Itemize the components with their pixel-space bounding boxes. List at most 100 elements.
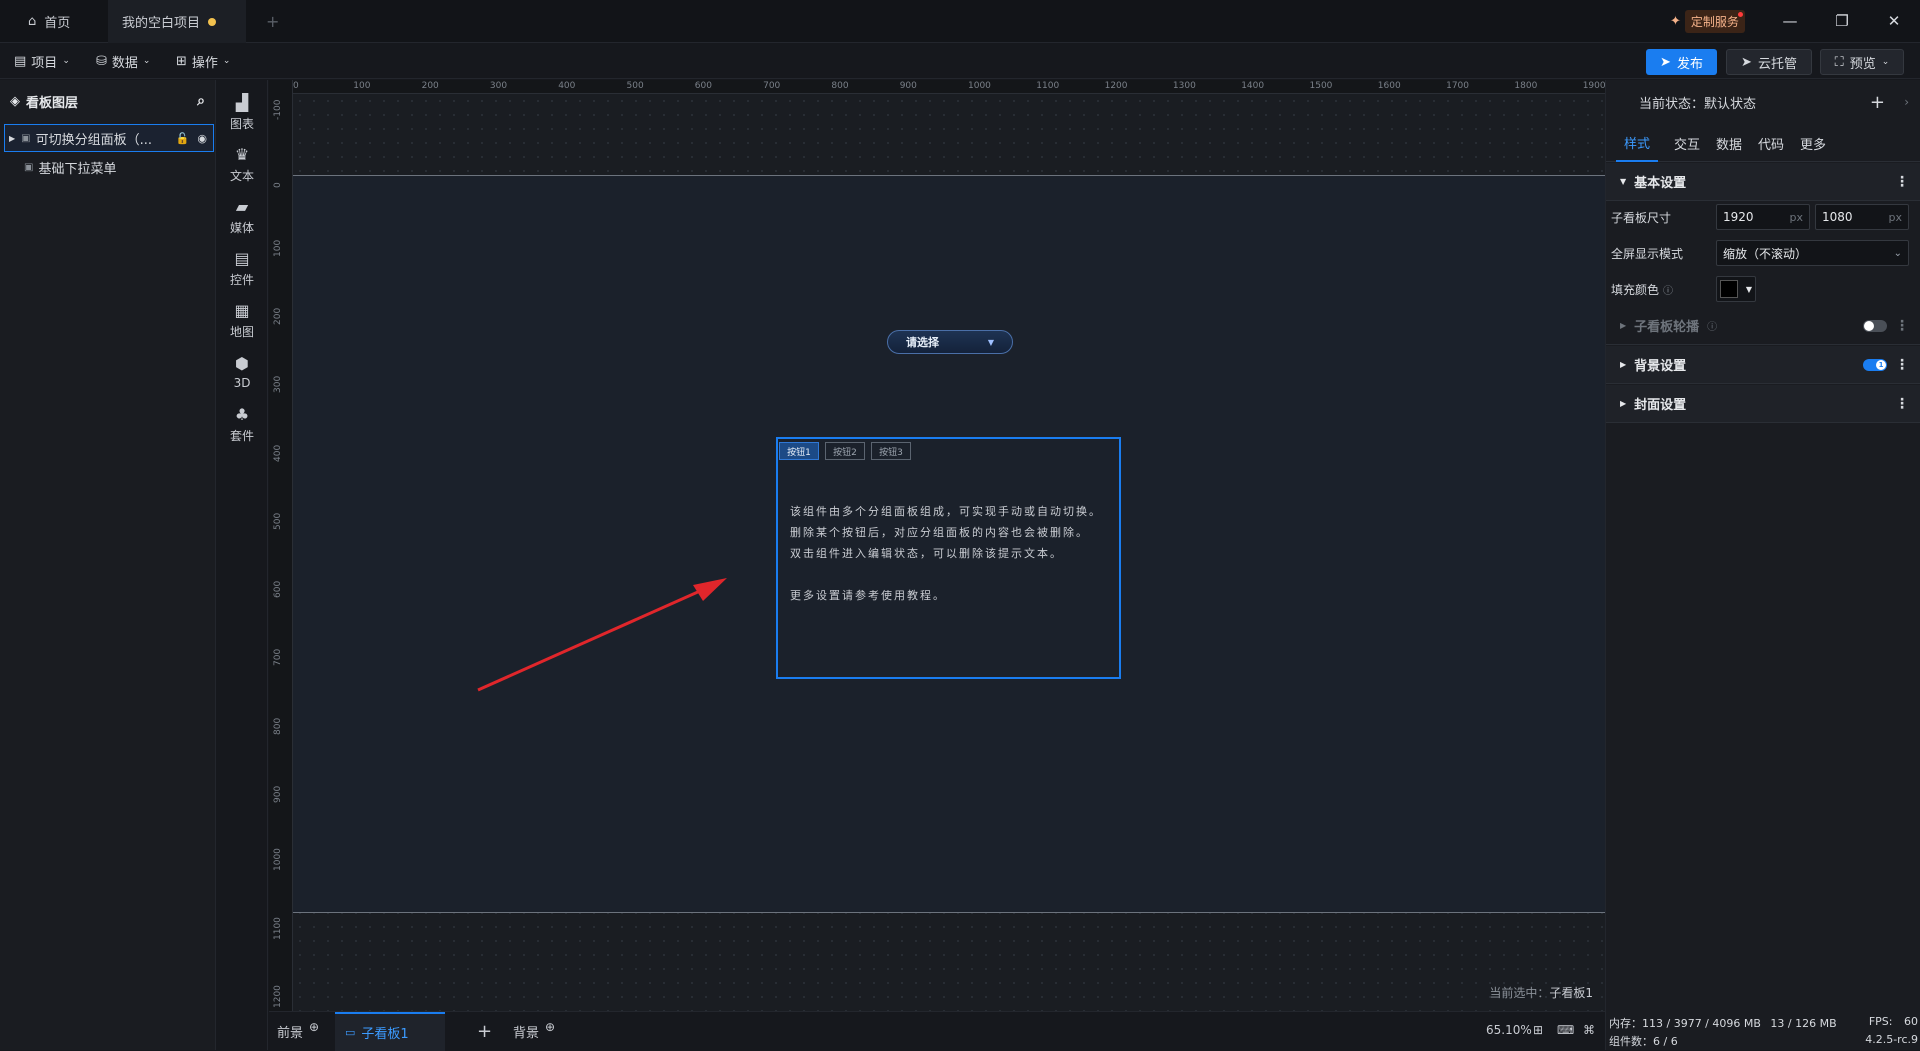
tab-project[interactable]: 我的空白项目 [108,0,246,43]
terminal-icon[interactable]: ⌘ [1583,1023,1595,1037]
more-vertical-icon[interactable]: ⋮ [1895,174,1909,190]
tab-interaction[interactable]: 交互 [1666,124,1708,162]
red-arrow-annotation [477,578,727,692]
layer-label: 基础下拉菜单 [38,161,117,177]
section-background[interactable]: ▶ 背景设置 1 ⋮ [1606,346,1920,384]
more-vertical-icon[interactable]: ⋮ [1895,357,1909,373]
eye-icon[interactable]: ◉ [197,132,207,145]
menu-label: 操作 [191,55,218,71]
lock-icon[interactable]: 🔓 [176,132,190,145]
more-vertical-icon[interactable]: ⋮ [1895,396,1909,412]
layer-item-switch-panel[interactable]: ▶ ▣ 可切换分组面板（... 🔓 ◉ [4,124,214,152]
fill-color-row: 填充颜色 ⓘ [1611,281,1673,298]
tab-style[interactable]: 样式 [1616,124,1659,162]
canvas-area[interactable]: 0 100 200 300 400 500 600 700 800 900 1000 1100 1200… [269,80,1605,1011]
component-media[interactable]: ▰ 媒体 [216,190,268,242]
tab-data[interactable]: 数据 [1708,124,1750,162]
section-cover[interactable]: ▶ 封面设置 ⋮ [1606,385,1920,423]
database-icon: ⛁ [96,53,107,69]
state-header: 当前状态： 默认状态 + › [1606,80,1920,124]
board-tabs: 前景 ⊕ ▭ 子看板1 + 背景 ⊕ 65.10% ⊞ ⌨ ⌘ [269,1011,1605,1051]
search-icon[interactable]: ⌕ [197,93,205,109]
component-label: 3D [233,376,251,390]
add-board-button[interactable]: + [477,1012,492,1051]
component-kit[interactable]: ♣ 套件 [216,398,268,450]
height-input[interactable]: 1080 px [1815,204,1909,230]
plus-icon[interactable]: + [1870,92,1885,113]
color-swatch [1720,280,1738,298]
section-basic-settings[interactable]: ▼ 基本设置 ⋮ [1606,163,1920,201]
custom-service-button[interactable]: ✦ 定制服务 [1670,9,1745,33]
carousel-toggle[interactable] [1863,319,1887,332]
menu-label: 数据 [111,55,138,71]
property-tabs: 样式 交互 数据 代码 更多 [1606,124,1920,162]
layer-item-dropdown[interactable]: ▣ 基础下拉菜单 [4,153,214,181]
fps-status: FPS: 60 [1869,1015,1918,1028]
component-label: 媒体 [229,220,254,235]
tab-background[interactable]: 背景 ⊕ [513,1012,555,1051]
chart-icon: ▟ [235,92,249,112]
more-vertical-icon[interactable]: ⋮ [1895,318,1909,334]
tab-foreground[interactable]: 前景 ⊕ [277,1012,319,1051]
cube-icon: ⬢ [235,354,249,373]
menu-data[interactable]: ⛁ 数据 ⌄ [96,43,150,79]
current-selection: 当前选中：子看板1 [1489,984,1593,1001]
file-icon: ▤ [14,53,27,69]
help-icon[interactable]: ⓘ [1707,318,1717,333]
tab-home[interactable]: ⌂ 首页 [14,0,84,43]
tab-label: 我的空白项目 [122,16,201,31]
menu-operation[interactable]: ⊞ 操作 ⌄ [176,43,230,79]
chevron-down-icon: ⌄ [222,56,231,66]
fps-value: 60 [1904,1015,1918,1028]
component-text[interactable]: ♛ 文本 [216,138,268,190]
add-circle-icon[interactable]: ⊕ [545,1020,555,1034]
memory-extra: 13 / 126 MB [1770,1017,1837,1030]
chevron-right-icon[interactable]: › [1904,95,1909,109]
cloud-hosting-button[interactable]: ➤ 云托管 [1726,49,1812,75]
fps-label: FPS: [1868,1015,1893,1028]
close-icon[interactable]: ✕ [1880,8,1908,34]
state-value[interactable]: 默认状态 [1704,93,1756,112]
fill-label: 填充颜色 [1611,283,1660,297]
tab-code[interactable]: 代码 [1750,124,1792,162]
component-chart[interactable]: ▟ 图表 [216,86,268,138]
properties-panel: 当前状态： 默认状态 + › 样式 交互 数据 代码 更多 ▼ 基本设置 ⋮ 子… [1605,80,1920,1050]
zoom-level[interactable]: 65.10% [1486,1023,1532,1037]
fullscreen-icon: ⛶ [1834,54,1844,70]
keyboard-icon[interactable]: ⌨ [1557,1023,1574,1037]
text-icon: ♛ [234,144,250,164]
background-toggle[interactable]: 1 [1863,358,1887,371]
menu-project[interactable]: ▤ 项目 ⌄ [14,43,70,79]
publish-button[interactable]: ➤ 发布 [1646,49,1717,75]
chevron-down-icon: ⌄ [1881,57,1890,67]
component-3d[interactable]: ⬢ 3D [216,346,268,398]
new-tab-button[interactable]: + [252,0,293,43]
fullscreen-value: 缩放（不滚动） [1723,246,1808,261]
component-map[interactable]: ▦ 地图 [216,294,268,346]
component-count: 组件数：6 / 6 [1609,1033,1678,1049]
selection-value: 子看板1 [1549,986,1593,1000]
fullscreen-mode-select[interactable]: 缩放（不滚动） ⌄ [1716,240,1909,266]
chevron-down-icon: ⌄ [62,56,70,66]
width-input[interactable]: 1920 px [1716,204,1810,230]
publish-label: 发布 [1676,56,1703,72]
toggle-knob: 1 [1876,359,1886,370]
section-carousel[interactable]: ▶ 子看板轮播 ⓘ ⋮ [1606,307,1920,345]
tab-sub-board[interactable]: ▭ 子看板1 [335,1012,445,1051]
tab-more[interactable]: 更多 [1792,124,1834,162]
tab-label: 背景 [513,1026,540,1041]
cloud-label: 云托管 [1757,56,1797,72]
component-control[interactable]: ▤ 控件 [216,242,268,294]
count-label: 组件数： [1609,1035,1653,1048]
fit-screen-icon[interactable]: ⊞ [1533,1023,1543,1037]
minimize-icon[interactable]: — [1776,8,1804,34]
grid-icon: ⊞ [176,53,187,69]
fill-color-picker[interactable]: ▼ [1716,276,1756,302]
preview-button[interactable]: ⛶ 预览 ⌄ [1820,49,1904,75]
version-label: 4.2.5-rc.9 [1865,1033,1918,1046]
component-sidebar: ▟ 图表 ♛ 文本 ▰ 媒体 ▤ 控件 ▦ 地图 ⬢ 3D ♣ 套件 [216,80,268,1050]
section-title: 子看板轮播 [1634,320,1700,335]
add-circle-icon[interactable]: ⊕ [309,1020,319,1034]
help-icon[interactable]: ⓘ [1663,282,1673,297]
restore-icon[interactable]: ❐ [1828,8,1856,34]
